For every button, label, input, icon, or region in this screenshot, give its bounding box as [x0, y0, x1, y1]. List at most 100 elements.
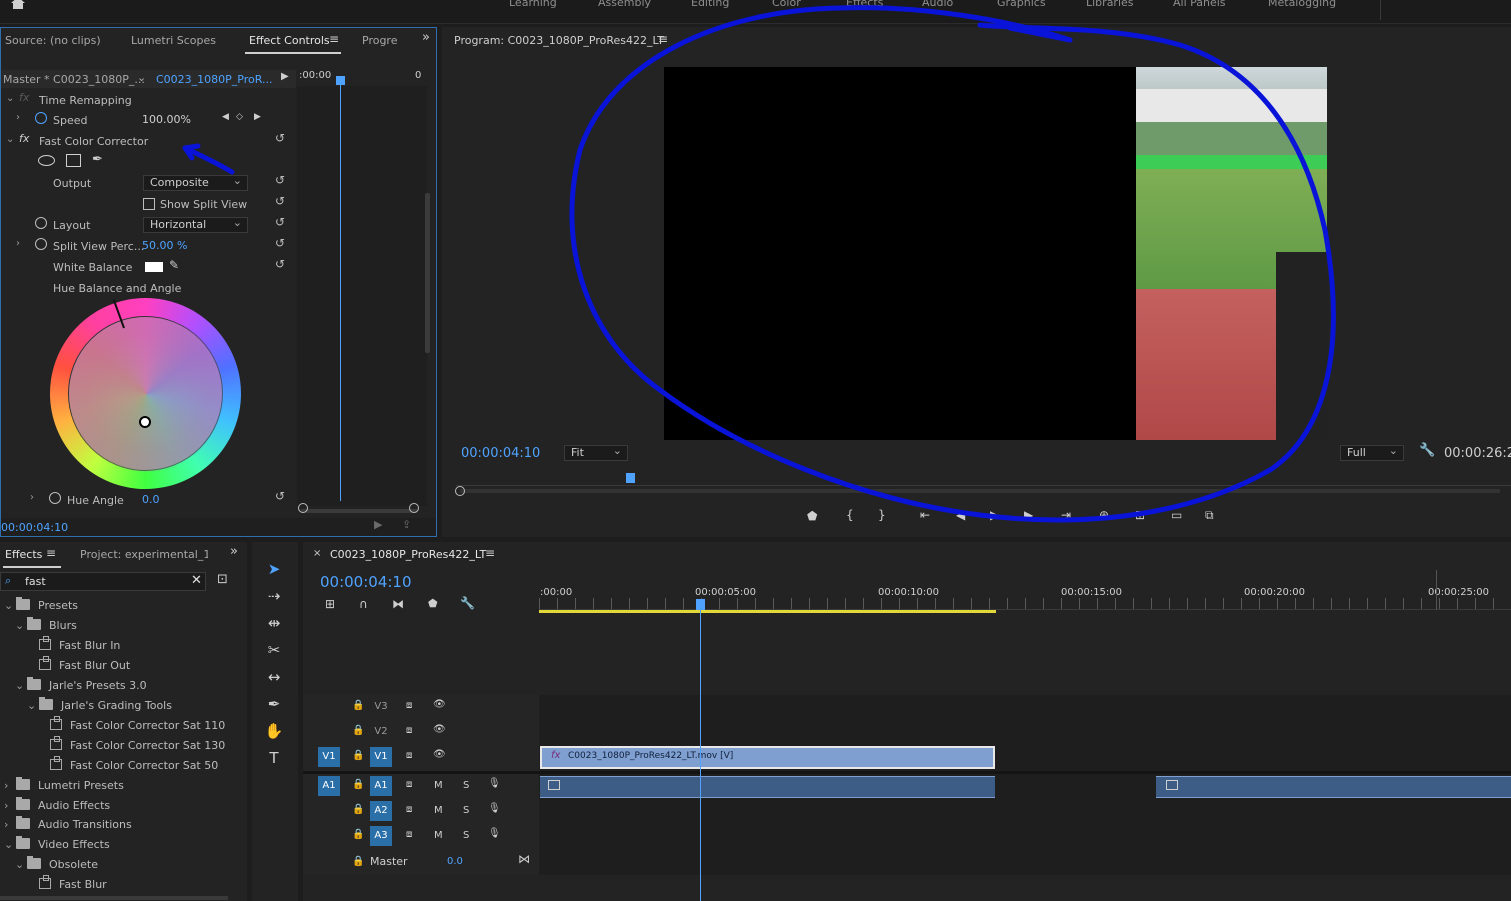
master-track-label: Master — [370, 855, 408, 868]
overflow-chevron-icon[interactable]: » — [230, 544, 238, 559]
lock-icon[interactable]: 🔒 — [352, 725, 364, 736]
microphone-icon[interactable]: 🎙 — [488, 803, 501, 814]
track-target-a1[interactable]: A1 — [370, 776, 392, 796]
microphone-icon[interactable]: 🎙 — [488, 828, 501, 839]
active-tab-underline — [3, 566, 61, 568]
lock-icon[interactable]: 🔒 — [352, 779, 364, 790]
solo-button[interactable]: S — [463, 830, 469, 841]
lock-icon[interactable]: 🔒 — [352, 829, 364, 840]
search-input[interactable]: fast — [25, 575, 46, 588]
eye-icon[interactable]: 👁 — [433, 724, 446, 735]
selection-tool-icon[interactable]: ➤ — [262, 558, 286, 580]
eye-icon[interactable]: 👁 — [433, 699, 446, 710]
tab-effects[interactable]: Effects — [5, 548, 42, 561]
lock-icon[interactable]: 🔒 — [352, 804, 364, 815]
audio-clip-1[interactable] — [540, 776, 995, 798]
razor-tool-icon[interactable]: ✂ — [262, 639, 286, 661]
work-area-bar[interactable] — [539, 610, 996, 613]
audio-clip-2[interactable] — [1156, 776, 1511, 798]
video-clip[interactable]: fx C0023_1080P_ProRes422_LT.mov [V] — [540, 746, 995, 769]
lock-icon[interactable]: 🔒 — [352, 856, 364, 867]
close-tab-icon[interactable]: × — [313, 548, 321, 559]
chevron-down-icon[interactable]: ⌄ — [27, 699, 39, 712]
sync-lock-icon[interactable]: ⧈ — [406, 829, 412, 840]
track-target-v1[interactable]: V1 — [370, 747, 392, 767]
slip-tool-icon[interactable]: ↔ — [262, 666, 286, 688]
effects-preset[interactable]: Fast Blur In — [27, 635, 120, 652]
effects-folder[interactable]: ⌄ Blurs — [15, 616, 77, 632]
effects-folder[interactable]: › Audio Effects — [4, 796, 110, 812]
effects-folder[interactable]: › Lumetri Presets — [4, 776, 124, 792]
lock-icon[interactable]: 🔒 — [352, 750, 364, 761]
mute-button[interactable]: M — [434, 830, 443, 841]
sync-lock-icon[interactable]: ⧈ — [406, 725, 412, 736]
timeline-playhead-handle[interactable] — [696, 599, 705, 610]
effects-search-box[interactable]: ⌕ fast ✕ — [0, 572, 206, 591]
chevron-down-icon[interactable]: ⌄ — [15, 619, 27, 632]
go-to-end-icon[interactable]: ⋈ — [518, 852, 530, 866]
effects-folder[interactable]: ⌄ Obsolete — [15, 856, 99, 872]
effects-preset[interactable]: Fast Color Corrector Sat 130 — [38, 735, 225, 752]
source-patch-v1[interactable]: V1 — [318, 747, 340, 767]
panel-menu-icon[interactable]: ≡ — [46, 546, 56, 560]
effects-folder[interactable]: ⌄ Jarle's Presets 3.0 — [15, 676, 147, 692]
linked-selection-icon[interactable]: ⧓ — [392, 597, 404, 611]
type-tool-icon[interactable]: T — [262, 747, 286, 769]
chevron-down-icon[interactable]: ⌄ — [4, 599, 16, 612]
effects-folder[interactable]: ⌄ Video Effects — [4, 836, 110, 852]
track-select-tool-icon[interactable]: ⇢ — [262, 585, 286, 607]
lock-icon[interactable]: 🔒 — [352, 700, 364, 711]
nest-icon[interactable]: ⊞ — [325, 597, 335, 611]
track-target-a3[interactable]: A3 — [370, 826, 392, 846]
mute-button[interactable]: M — [434, 780, 443, 791]
chevron-down-icon[interactable]: ⌄ — [15, 858, 27, 871]
sync-lock-icon[interactable]: ⧈ — [406, 700, 412, 711]
sync-lock-icon[interactable]: ⧈ — [406, 779, 412, 790]
tree-item-label: Audio Transitions — [38, 818, 132, 832]
add-marker-icon[interactable]: ⬟ — [428, 597, 438, 610]
solo-button[interactable]: S — [463, 780, 469, 791]
effects-folder[interactable]: › Audio Transitions — [4, 816, 132, 832]
effects-preset[interactable]: Fast Blur — [27, 875, 107, 891]
chevron-right-icon[interactable]: › — [4, 818, 16, 831]
panel-menu-icon[interactable]: ≡ — [485, 546, 495, 560]
mute-button[interactable]: M — [434, 805, 443, 816]
chevron-right-icon[interactable]: › — [4, 779, 16, 792]
ripple-edit-tool-icon[interactable]: ⇹ — [262, 612, 286, 634]
track-target-a2[interactable]: A2 — [370, 801, 392, 821]
sync-lock-icon[interactable]: ⧈ — [406, 804, 412, 815]
effects-folder[interactable]: ⌄ Presets — [4, 597, 78, 612]
tree-item-label: Video Effects — [38, 838, 110, 852]
chevron-down-icon[interactable]: ⌄ — [4, 838, 16, 851]
folder-icon — [16, 776, 30, 790]
effects-folder[interactable]: ⌄ Jarle's Grading Tools — [27, 696, 172, 712]
track-target-v3[interactable]: V3 — [370, 697, 392, 717]
tree-item-label: Obsolete — [49, 858, 99, 872]
preset-icon — [39, 655, 51, 670]
master-volume-value[interactable]: 0.0 — [447, 856, 463, 867]
snap-icon[interactable]: ∩ — [359, 597, 368, 611]
timeline-settings-wrench-icon[interactable]: 🔧 — [460, 596, 475, 610]
new-bin-icon[interactable]: ⊡ — [217, 572, 228, 587]
track-target-v2[interactable]: V2 — [370, 722, 392, 742]
timeline-ruler[interactable] — [539, 598, 1511, 610]
sequence-tab[interactable]: C0023_1080P_ProRes422_LT — [330, 548, 486, 561]
effects-preset[interactable]: Fast Color Corrector Sat 50 — [38, 755, 218, 772]
effects-scrollbar[interactable] — [0, 896, 228, 900]
chevron-right-icon[interactable]: › — [4, 799, 16, 812]
eye-icon[interactable]: 👁 — [433, 749, 446, 760]
source-patch-a1[interactable]: A1 — [318, 776, 340, 796]
effects-preset[interactable]: Fast Blur Out — [27, 655, 130, 672]
timeline-timecode[interactable]: 00:00:04:10 — [320, 573, 412, 591]
microphone-icon[interactable]: 🎙 — [488, 778, 501, 789]
tab-project[interactable]: Project: experimental_1_ — [80, 548, 208, 561]
pen-tool-icon[interactable]: ✒ — [262, 693, 286, 715]
tree-item-label: Lumetri Presets — [38, 778, 124, 792]
solo-button[interactable]: S — [463, 805, 469, 816]
chevron-down-icon[interactable]: ⌄ — [15, 679, 27, 692]
timeline-playhead[interactable] — [700, 600, 701, 901]
effects-preset[interactable]: Fast Color Corrector Sat 110 — [38, 715, 225, 732]
hand-tool-icon[interactable]: ✋ — [262, 720, 286, 742]
clear-search-icon[interactable]: ✕ — [191, 573, 202, 588]
sync-lock-icon[interactable]: ⧈ — [406, 750, 412, 761]
